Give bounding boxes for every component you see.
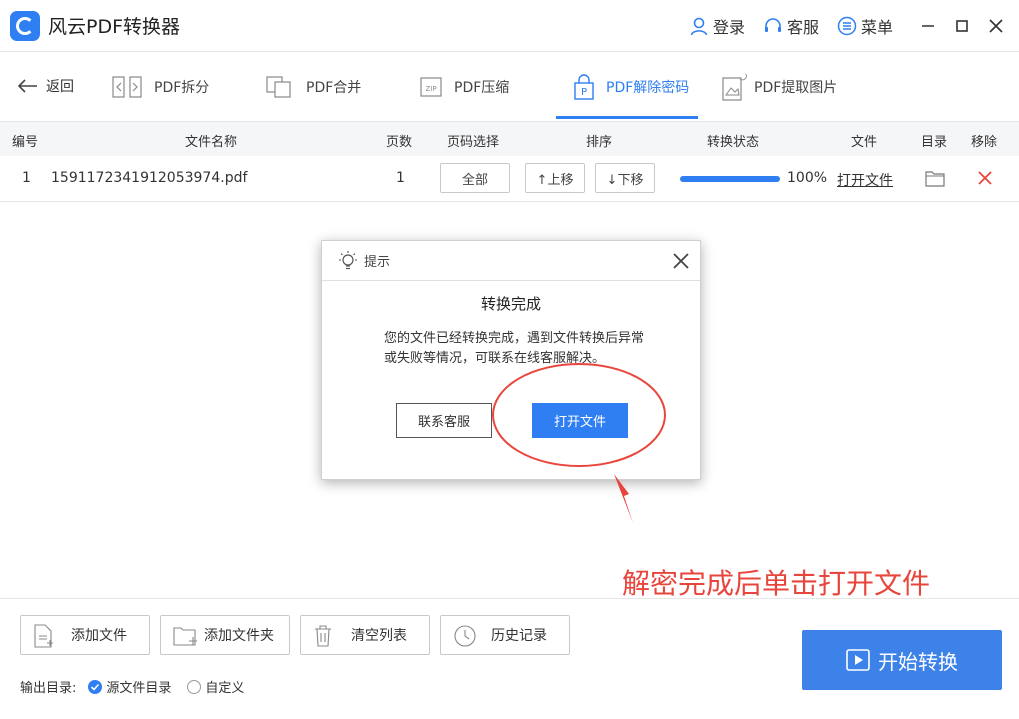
- dialog-header-label: 提示: [364, 251, 390, 270]
- bottom-panel: 添加文件 添加文件夹 清空列表 历史记录: [0, 598, 1019, 719]
- menu-label: 菜单: [861, 14, 893, 38]
- maximize-icon: [955, 19, 969, 33]
- dialog-close-icon[interactable]: [670, 250, 692, 272]
- col-pages: 页数: [386, 131, 412, 150]
- add-folder-label: 添加文件夹: [161, 625, 289, 645]
- history-button[interactable]: 历史记录: [440, 615, 570, 655]
- minimize-button[interactable]: [911, 9, 945, 43]
- row-index: 1: [22, 170, 31, 186]
- add-folder-button[interactable]: 添加文件夹: [160, 615, 290, 655]
- radio-custom-dir[interactable]: [187, 680, 201, 694]
- app-title: 风云PDF转换器: [48, 12, 180, 39]
- image-icon: [722, 73, 748, 101]
- col-page-select: 页码选择: [447, 131, 499, 150]
- zip-icon: ZIP: [420, 75, 442, 99]
- play-icon: [846, 648, 870, 672]
- check-icon: [88, 680, 102, 694]
- open-file-button[interactable]: 打开文件: [532, 403, 628, 438]
- page-select-label: 全部: [462, 169, 488, 188]
- clear-list-button[interactable]: 清空列表: [300, 615, 430, 655]
- annotation-text: 解密完成后单击打开文件: [622, 562, 930, 602]
- move-up-label: ↑上移: [537, 169, 574, 188]
- page-select-button[interactable]: 全部: [440, 163, 510, 193]
- table-row: 1 1591172341912053974.pdf 1 全部 ↑上移 ↓下移 1…: [0, 156, 1019, 202]
- back-button[interactable]: 返回: [18, 76, 74, 96]
- tab-label: PDF解除密码: [606, 77, 689, 97]
- progress-bar: [680, 176, 780, 182]
- output-directory: 输出目录: 源文件目录 自定义: [20, 677, 244, 696]
- annotation-arrow-icon: [614, 474, 633, 523]
- dialog-header: 提示: [322, 241, 700, 281]
- move-down-button[interactable]: ↓下移: [595, 163, 655, 193]
- back-label: 返回: [46, 76, 74, 96]
- tab-pdf-merge[interactable]: PDF合并: [266, 52, 361, 122]
- minimize-icon: [921, 19, 935, 33]
- service-label: 客服: [787, 14, 819, 38]
- function-toolbar: 返回 PDF拆分 PDF合并 ZIP PDF压缩: [0, 52, 1019, 122]
- service-button[interactable]: 客服: [763, 14, 819, 38]
- dialog-title: 转换完成: [322, 293, 700, 314]
- tab-pdf-extract-images[interactable]: PDF提取图片: [722, 52, 837, 122]
- start-convert-label: 开始转换: [878, 646, 958, 675]
- col-remove: 移除: [971, 131, 997, 150]
- add-file-button[interactable]: 添加文件: [20, 615, 150, 655]
- tab-pdf-split[interactable]: PDF拆分: [112, 52, 209, 122]
- contact-service-label: 联系客服: [418, 411, 470, 430]
- row-pages: 1: [396, 170, 405, 186]
- login-button[interactable]: 登录: [689, 14, 745, 38]
- merge-icon: [266, 75, 294, 99]
- active-tab-indicator: [556, 116, 698, 119]
- headset-icon: [763, 16, 783, 36]
- tab-label: PDF合并: [306, 77, 361, 97]
- start-convert-button[interactable]: 开始转换: [802, 630, 1002, 690]
- col-sort: 排序: [586, 131, 612, 150]
- progress-percent: 100%: [787, 170, 827, 186]
- svg-text:ZIP: ZIP: [425, 85, 436, 93]
- split-icon: [112, 75, 142, 99]
- row-filename: 1591172341912053974.pdf: [51, 170, 247, 186]
- clear-list-label: 清空列表: [301, 625, 429, 645]
- dialog-message: 您的文件已经转换完成，遇到文件转换后异常或失败等情况，可联系在线客服解决。: [384, 329, 646, 369]
- col-file: 文件: [851, 131, 877, 150]
- add-file-label: 添加文件: [21, 625, 149, 645]
- col-index: 编号: [12, 131, 38, 150]
- arrow-left-icon: [18, 79, 38, 93]
- open-file-label: 打开文件: [554, 411, 606, 430]
- menu-icon: [837, 16, 857, 36]
- app-logo-icon: [10, 11, 40, 41]
- maximize-button[interactable]: [945, 9, 979, 43]
- user-icon: [689, 16, 709, 36]
- lightbulb-icon: [336, 250, 360, 272]
- tab-label: PDF压缩: [454, 77, 509, 97]
- tab-label: PDF提取图片: [754, 77, 837, 97]
- login-label: 登录: [713, 14, 745, 38]
- tab-pdf-unlock[interactable]: P PDF解除密码: [574, 52, 689, 122]
- close-icon: [989, 19, 1003, 33]
- completion-dialog: 提示 转换完成 您的文件已经转换完成，遇到文件转换后异常或失败等情况，可联系在线…: [321, 240, 701, 480]
- menu-button[interactable]: 菜单: [837, 14, 893, 38]
- move-up-button[interactable]: ↑上移: [525, 163, 585, 193]
- col-status: 转换状态: [707, 131, 759, 150]
- remove-icon[interactable]: [978, 171, 992, 185]
- col-filename: 文件名称: [185, 131, 237, 150]
- source-dir-label: 源文件目录: [106, 677, 171, 696]
- output-label: 输出目录:: [20, 677, 76, 696]
- title-bar: 风云PDF转换器 登录 客服: [0, 0, 1019, 52]
- radio-source-dir[interactable]: [88, 680, 102, 694]
- tab-pdf-compress[interactable]: ZIP PDF压缩: [420, 52, 509, 122]
- open-file-link[interactable]: 打开文件: [837, 170, 893, 190]
- app-window: 风云PDF转换器 登录 客服: [0, 0, 1019, 719]
- col-directory: 目录: [921, 131, 947, 150]
- svg-text:P: P: [581, 87, 587, 98]
- history-label: 历史记录: [441, 625, 569, 645]
- custom-dir-label: 自定义: [205, 677, 244, 696]
- pdf-lock-icon: P: [574, 74, 594, 100]
- move-down-label: ↓下移: [607, 169, 644, 188]
- file-table-header: 编号 文件名称 页数 页码选择 排序 转换状态 文件 目录 移除: [0, 122, 1019, 156]
- close-window-button[interactable]: [979, 9, 1013, 43]
- contact-service-button[interactable]: 联系客服: [396, 403, 492, 438]
- tab-label: PDF拆分: [154, 77, 209, 97]
- folder-icon[interactable]: [925, 169, 945, 187]
